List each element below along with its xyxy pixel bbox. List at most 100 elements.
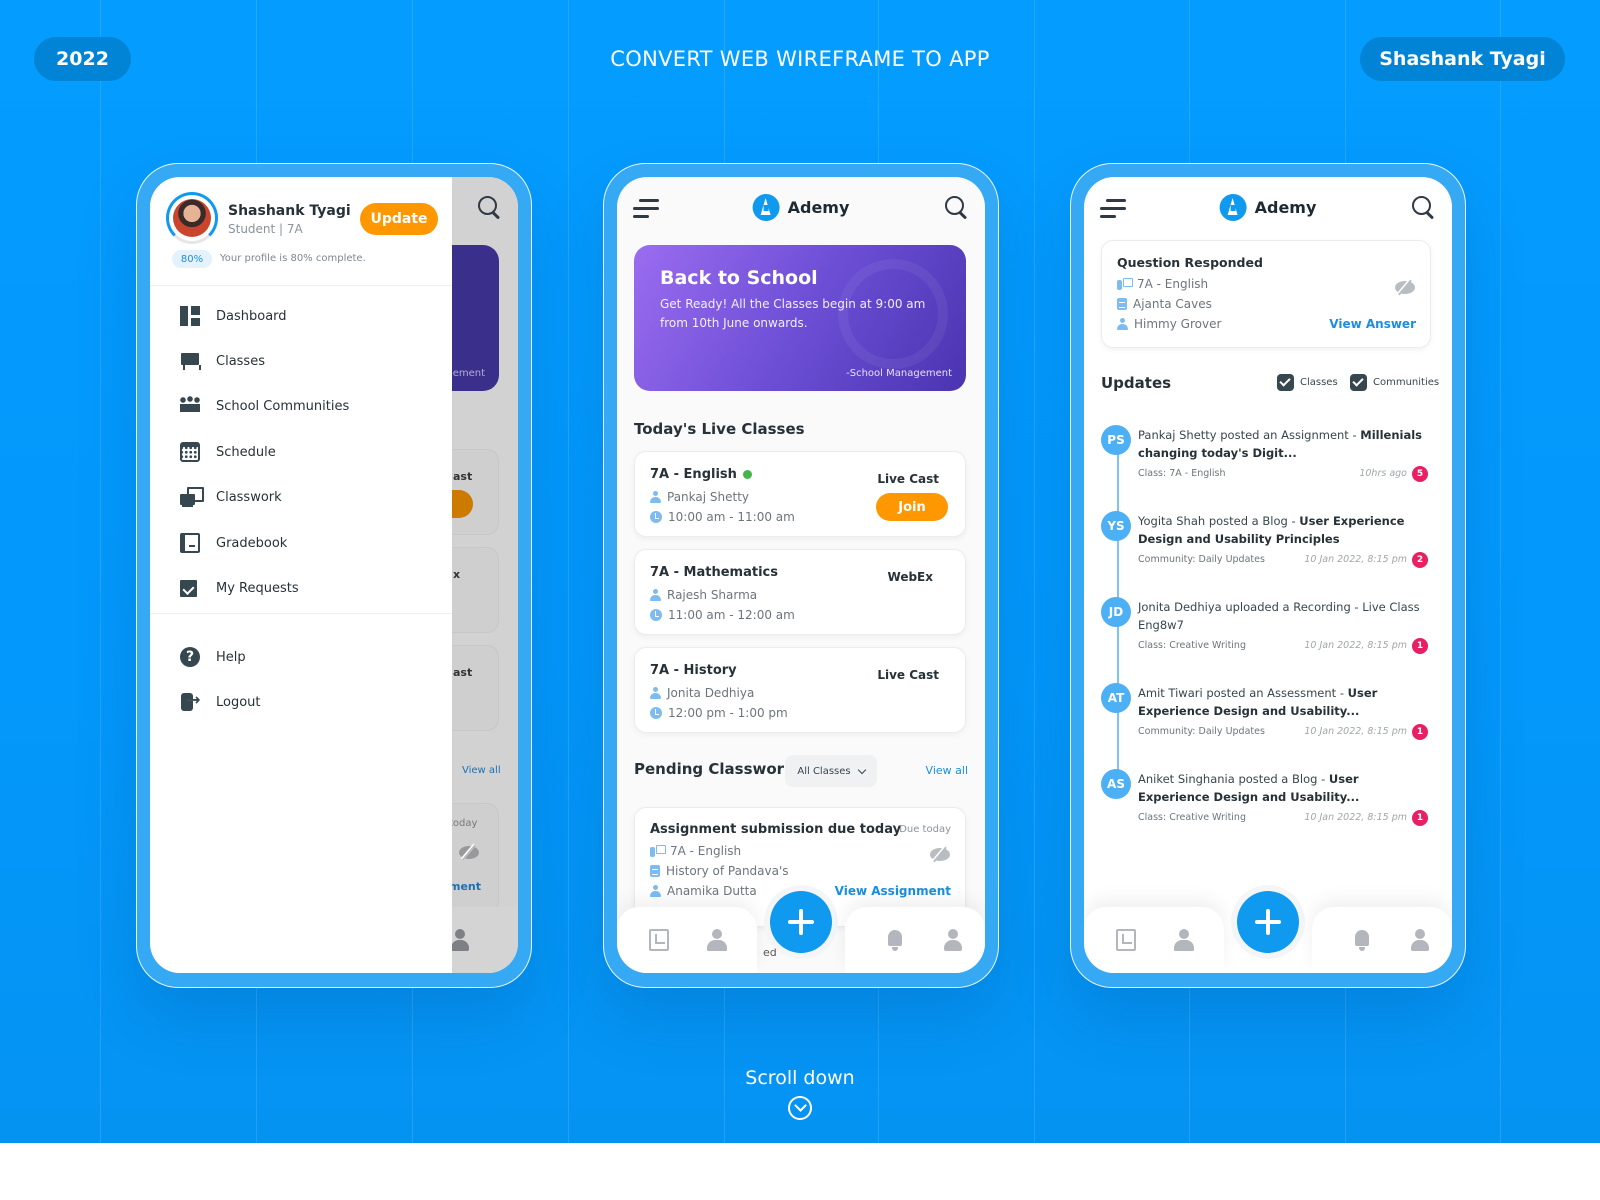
live-classes-title: Today's Live Classes (634, 420, 805, 438)
link-fragment: ment (449, 880, 482, 893)
class-filter-dropdown[interactable]: All Classes (785, 755, 877, 787)
update-time: 10 Jan 2022, 8:15 pm (1304, 812, 1407, 823)
dropdown-selected-value: All Classes (797, 765, 851, 777)
update-text: Jonita Dedhiya uploaded a Recording - Li… (1138, 600, 1420, 632)
menu-item-school-communities[interactable]: School Communities (180, 394, 349, 418)
phone-screen: ement ast x ast View all today ment Shas… (150, 177, 518, 973)
question-responded-card[interactable]: Question Responded 7A - English Ajanta C… (1101, 240, 1431, 348)
bell-icon[interactable] (885, 929, 905, 951)
profile-icon[interactable] (943, 929, 963, 951)
classwork-title: Assignment submission due today (650, 822, 902, 837)
avatar[interactable] (173, 199, 211, 237)
phone-screen: Ademy Question Responded 7A - English Aj… (1084, 177, 1452, 973)
add-button[interactable] (770, 891, 832, 953)
chevron-down-circle-icon[interactable] (788, 1096, 812, 1120)
hamburger-icon[interactable] (633, 199, 659, 219)
profile-icon (450, 929, 470, 951)
live-class-card[interactable]: 7A - History Jonita Dedhiya 12:00 pm - 1… (634, 647, 966, 733)
menu-item-classwork[interactable]: Classwork (180, 485, 282, 509)
user-name: Shashank Tyagi (228, 203, 351, 219)
gradebook-chart-icon[interactable] (1116, 929, 1136, 951)
menu-item-label: School Communities (216, 398, 350, 414)
nav-right-segment (1312, 907, 1452, 973)
live-class-card[interactable]: 7A - English Pankaj Shetty 10:00 am - 11… (634, 451, 966, 537)
avatar: AS (1101, 769, 1131, 799)
nav-left-segment (617, 907, 757, 973)
search-icon (478, 196, 502, 220)
join-button[interactable]: Join (876, 493, 948, 521)
teacher-icon[interactable] (707, 929, 727, 951)
menu-item-label: Classes (216, 353, 265, 369)
phone-screen: Ademy Back to School Get Ready! All the … (617, 177, 985, 973)
chevron-down-icon (857, 765, 866, 774)
teacher-name: Jonita Dedhiya (667, 686, 755, 700)
phone-frame-updates: Ademy Question Responded 7A - English Aj… (1070, 163, 1466, 988)
search-icon[interactable] (945, 196, 969, 220)
update-time: 10 Jan 2022, 8:15 pm (1304, 726, 1407, 737)
live-class-card[interactable]: 7A - Mathematics Rajesh Sharma 11:00 am … (634, 549, 966, 635)
card-title: Question Responded (1117, 255, 1263, 270)
app-logo: Ademy (752, 194, 849, 221)
app-header: Ademy (617, 177, 985, 243)
update-item[interactable]: YS Yogita Shah posted a Blog - User Expe… (1101, 511, 1433, 591)
menu-item-gradebook[interactable]: Gradebook (180, 531, 287, 555)
classroom-board-icon (180, 351, 201, 371)
update-item[interactable]: PS Pankaj Shetty posted an Assignment - … (1101, 425, 1433, 505)
view-answer-link[interactable]: View Answer (1329, 317, 1416, 331)
view-all-link[interactable]: View all (926, 764, 968, 777)
nav-peek-text: ed (763, 946, 777, 959)
dashboard-icon (180, 306, 200, 326)
grid-line (100, 0, 101, 1143)
banner-signature: -School Management (846, 368, 952, 379)
help-circle-icon: ? (180, 647, 200, 667)
announcement-banner[interactable]: Back to School Get Ready! All the Classe… (634, 245, 966, 391)
class-title: 7A - English (650, 467, 737, 482)
pending-classwork-title: Pending Classwork (634, 760, 795, 778)
avatar: JD (1101, 597, 1131, 627)
teacher-icon[interactable] (1174, 929, 1194, 951)
avatar: PS (1101, 425, 1131, 455)
update-item[interactable]: JD Jonita Dedhiya uploaded a Recording -… (1101, 597, 1433, 677)
update-item[interactable]: AT Amit Tiwari posted an Assessment - Us… (1101, 683, 1433, 763)
menu-item-schedule[interactable]: Schedule (180, 440, 276, 464)
search-icon[interactable] (1412, 196, 1436, 220)
filter-communities-checkbox[interactable]: Communities (1350, 374, 1439, 391)
update-profile-button[interactable]: Update (360, 203, 438, 235)
count-badge: 1 (1412, 724, 1428, 740)
filter-classes-checkbox[interactable]: Classes (1277, 374, 1338, 391)
teacher-icon (650, 491, 661, 503)
update-context: Class: 7A - English (1138, 468, 1226, 479)
menu-item-dashboard[interactable]: Dashboard (180, 304, 287, 328)
updates-title: Updates (1101, 374, 1172, 392)
class-icon (1117, 278, 1133, 290)
class-title: 7A - Mathematics (650, 565, 778, 580)
due-fragment: today (449, 818, 478, 829)
update-context: Community: Daily Updates (1138, 726, 1265, 737)
topic-name: Ajanta Caves (1133, 297, 1212, 311)
profile-icon[interactable] (1410, 929, 1430, 951)
checkbox-label: Communities (1373, 377, 1440, 388)
view-all-link: View all (462, 765, 501, 776)
menu-item-logout[interactable]: Logout (180, 690, 261, 714)
user-role: Student | 7A (228, 222, 303, 236)
gradebook-chart-icon[interactable] (649, 929, 669, 951)
menu-item-help[interactable]: ? Help (180, 645, 246, 669)
clipboard-icon (1117, 298, 1127, 310)
app-logo: Ademy (1219, 194, 1316, 221)
update-item[interactable]: AS Aniket Singhania posted a Blog - User… (1101, 769, 1433, 849)
menu-item-classes[interactable]: Classes (180, 349, 265, 373)
view-assignment-link[interactable]: View Assignment (835, 884, 951, 898)
hidden-eye-icon[interactable] (930, 848, 950, 861)
checkbox-requests-icon (180, 578, 200, 598)
menu-item-my-requests[interactable]: My Requests (180, 576, 299, 600)
scroll-down-label[interactable]: Scroll down (0, 1067, 1600, 1089)
showcase-background: 2022 CONVERT WEB WIREFRAME TO APP Shasha… (0, 0, 1600, 1143)
profile-progress-ring (166, 192, 218, 244)
hidden-eye-icon[interactable] (1395, 281, 1415, 294)
bell-icon[interactable] (1352, 929, 1372, 951)
class-title: 7A - History (650, 663, 737, 678)
update-context: Community: Daily Updates (1138, 554, 1265, 565)
add-button[interactable] (1237, 891, 1299, 953)
hamburger-icon[interactable] (1100, 199, 1126, 219)
hidden-eye-icon (459, 846, 479, 859)
